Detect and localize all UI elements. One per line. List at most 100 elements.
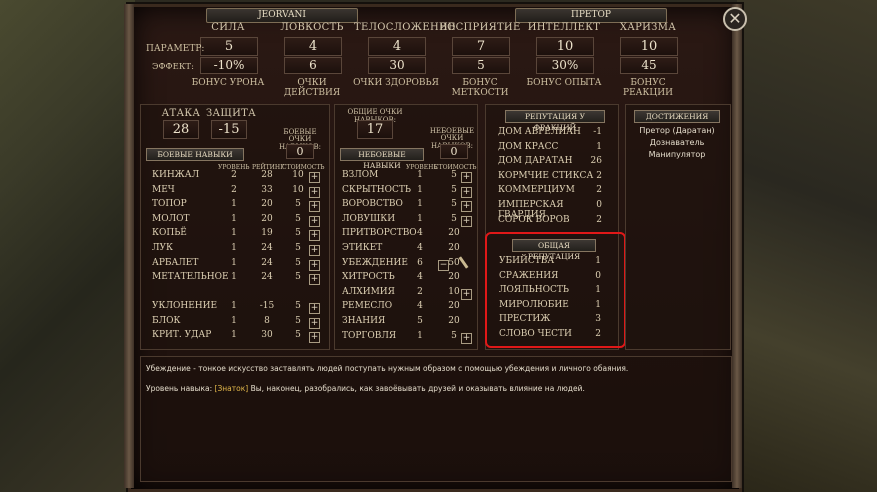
combat-skill-row: МЕТАТЕЛЬНОЕ 1 24 5 +	[152, 272, 322, 286]
combat-skill-row: АРБАЛЕТ 1 24 5 +	[152, 258, 322, 272]
skill-rating: 28	[261, 170, 273, 180]
attribute-name: ИНТЕЛЛЕКТ	[527, 22, 601, 33]
skill-cost: 5	[295, 315, 301, 326]
skill-name: БЛОК	[152, 315, 181, 326]
skill-level: 1	[417, 213, 423, 224]
skill-level: 1	[417, 199, 423, 210]
increase-skill-button[interactable]: +	[309, 332, 320, 344]
attribute-bonus-label: БОНУС УРОНА	[191, 78, 265, 88]
skill-cost: 20	[448, 243, 460, 253]
skill-name: ВОРОВСТВО	[342, 199, 403, 210]
skill-level: 4	[417, 228, 423, 239]
skill-level: 1	[231, 330, 237, 341]
skill-name: ЭТИКЕТ	[342, 243, 383, 253]
achievements-title: ДОСТИЖЕНИЯ	[634, 110, 720, 123]
skill-cost: 10	[292, 170, 304, 180]
skill-name: АЛХИМИЯ	[342, 286, 395, 297]
increase-skill-button[interactable]: +	[309, 215, 320, 227]
increase-skill-button[interactable]: +	[461, 288, 472, 300]
faction-value: 0	[596, 200, 602, 210]
attribute-name: ЛОВКОСТЬ	[280, 22, 344, 33]
attribute-effect: -10%	[200, 57, 258, 74]
character-rank: ПРЕТОР	[571, 10, 611, 20]
param-label: ПАРАМЕТР:	[146, 44, 205, 54]
attribute-name: ТЕЛОСЛОЖЕНИЕ	[354, 22, 456, 33]
combat-skills-title: БОЕВЫЕ НАВЫКИ	[146, 148, 244, 161]
faction-row: СОРОК ВОРОВ 2	[498, 215, 606, 229]
skill-name: СКРЫТНОСТЬ	[342, 184, 411, 195]
attribute-effect: 6	[284, 57, 342, 74]
attribute-bonus-label: БОНУС ОПЫТА	[526, 78, 602, 88]
skill-rating: 30	[261, 330, 273, 341]
increase-skill-button[interactable]: +	[309, 274, 320, 286]
skill-level: 1	[231, 301, 237, 311]
faction-reputation-title: РЕПУТАЦИЯ У ФРАКЦИЙ	[505, 110, 605, 132]
increase-skill-button[interactable]: +	[309, 201, 320, 213]
skill-cost: 5	[451, 213, 457, 224]
increase-skill-button[interactable]: +	[309, 172, 320, 183]
increase-skill-button[interactable]: +	[461, 186, 472, 198]
skill-name: РЕМЕСЛО	[342, 301, 393, 312]
combat-skill-row: КИНЖАЛ 2 28 10 +	[152, 170, 322, 184]
combat-skill-row: КРИТ. УДАР 1 30 5 +	[152, 330, 322, 344]
faction-row: КОММЕРЦИУМ 2	[498, 185, 606, 199]
faction-name: КОРМЧИЕ СТИКСА	[498, 170, 594, 181]
increase-skill-button[interactable]: +	[309, 245, 320, 256]
skill-cost: 5	[451, 199, 457, 210]
noncombat-skill-row: ВЗЛОМ 1 5 +	[342, 170, 476, 184]
skill-name: ЛУК	[152, 243, 173, 253]
skill-level: 5	[417, 316, 423, 326]
achievement-item[interactable]: Манипулятор	[630, 150, 724, 159]
increase-skill-button[interactable]: +	[309, 230, 320, 242]
decrease-skill-button[interactable]: −	[438, 259, 449, 271]
achievement-item[interactable]: Дознаватель	[630, 138, 724, 147]
increase-skill-button[interactable]: +	[461, 172, 472, 183]
skill-rating: 24	[261, 257, 273, 268]
attribute-effect: 30	[368, 57, 426, 74]
skill-level: 1	[231, 315, 237, 326]
combat-skill-row: КОПЬЁ 1 19 5 +	[152, 228, 322, 242]
combat-skill-row: МЕЧ 2 33 10 +	[152, 185, 322, 199]
combat-skill-row: УКЛОНЕНИЕ 1 -15 5 +	[152, 301, 322, 315]
attribute-bonus-label: ОЧКИ ДЕЙСТВИЯ	[283, 78, 341, 98]
skill-name: ЗНАНИЯ	[342, 316, 386, 326]
achievement-item[interactable]: Претор (Даратан)	[630, 126, 724, 135]
faction-row: ИМПЕРСКАЯ ГВАРДИЯ 0	[498, 200, 606, 220]
attribute-bonus-label: БОНУС РЕАКЦИИ	[623, 78, 673, 98]
increase-skill-button[interactable]: +	[309, 303, 320, 314]
defense-value: -15	[211, 120, 247, 139]
attribute-bonus-label: БОНУС МЕТКОСТИ	[451, 78, 509, 98]
skill-cost: 10	[292, 184, 304, 195]
attribute-value: 4	[368, 37, 426, 56]
skill-level: 1	[231, 272, 237, 283]
noncombat-skill-row: ЭТИКЕТ 4 20	[342, 243, 476, 257]
skill-cost: 5	[451, 184, 457, 195]
increase-skill-button[interactable]: +	[461, 201, 472, 213]
combat-points-value: 0	[286, 144, 314, 159]
close-button[interactable]: ✕	[723, 7, 747, 31]
skill-rating: 20	[261, 199, 273, 210]
skill-rating: -15	[259, 301, 275, 311]
character-rank-banner: ПРЕТОР	[515, 8, 667, 23]
highlight-annotation	[485, 232, 626, 348]
skill-cost: 5	[451, 330, 457, 341]
skill-name: ПРИТВОРСТВО	[342, 228, 417, 239]
noncombat-skill-row: ЛОВУШКИ 1 5 +	[342, 214, 476, 228]
increase-skill-button[interactable]: +	[461, 215, 472, 227]
noncombat-skill-row: ВОРОВСТВО 1 5 +	[342, 199, 476, 213]
noncombat-skill-row: АЛХИМИЯ 2 10 +	[342, 287, 476, 301]
attribute-name: ВОСПРИЯТИЕ	[439, 22, 521, 33]
increase-skill-button[interactable]: +	[309, 259, 320, 271]
attribute-name: СИЛА	[211, 22, 245, 33]
noncombat-skill-row: ТОРГОВЛЯ 1 5 +	[342, 331, 476, 345]
noncombat-skill-row: РЕМЕСЛО 4 20	[342, 301, 476, 315]
skill-cost: 5	[451, 170, 457, 180]
increase-skill-button[interactable]: +	[461, 332, 472, 344]
skill-level: 2	[231, 170, 237, 180]
skill-cost: 5	[295, 228, 301, 239]
skill-level: 2	[231, 184, 237, 195]
increase-skill-button[interactable]: +	[309, 317, 320, 329]
skill-rating: 24	[261, 243, 273, 253]
increase-skill-button[interactable]: +	[309, 186, 320, 198]
skill-level: 4	[417, 301, 423, 312]
